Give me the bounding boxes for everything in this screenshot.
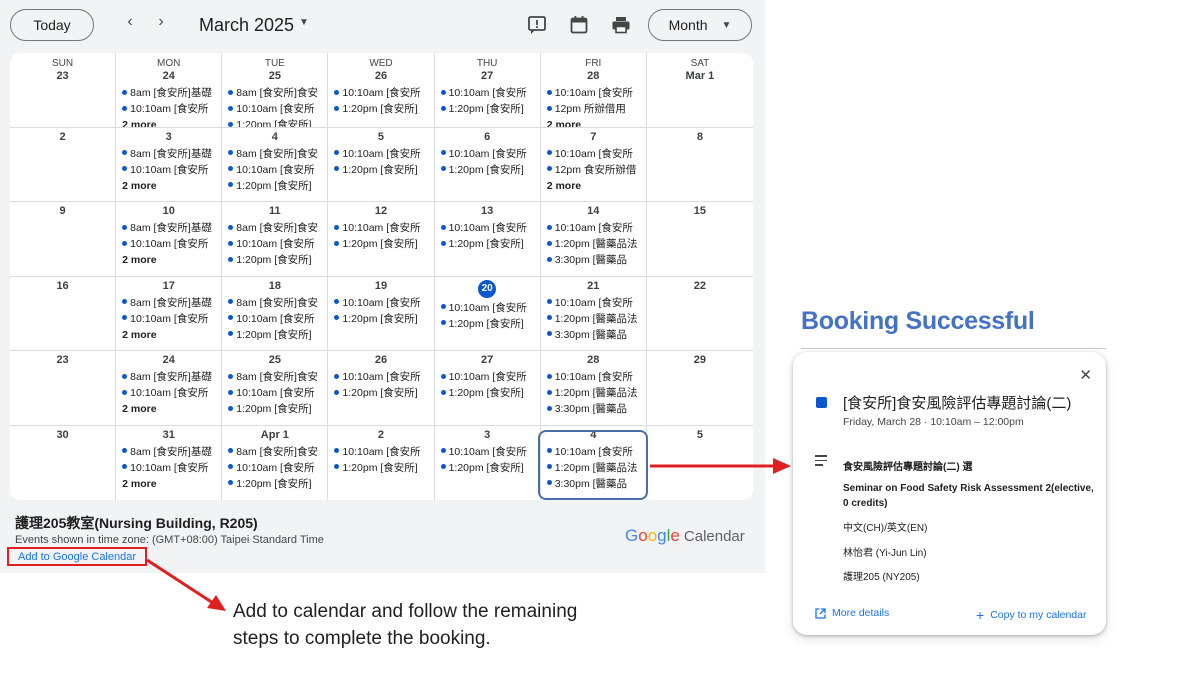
plus-icon: +	[976, 607, 985, 623]
event-teacher: 林怡君 (Yi-Jun Lin)	[843, 548, 927, 559]
instruction-text: Add to calendar and follow the remaining…	[233, 598, 653, 652]
more-details-label: More details	[832, 607, 890, 619]
instruction-line-2: steps to complete the booking.	[233, 628, 491, 649]
description-icon	[815, 455, 827, 469]
event-language: 中文(CH)/英文(EN)	[843, 523, 928, 534]
event-color-icon	[816, 397, 827, 408]
event-desc-title: 食安風險評估專題討論(二) 選	[843, 462, 973, 473]
event-desc-english: Seminar on Food Safety Risk Assessment 2…	[843, 483, 1094, 509]
instruction-line-1: Add to calendar and follow the remaining	[233, 601, 578, 622]
event-title: [食安所]食安風險評估專題討論(二)	[843, 395, 1072, 412]
open-external-icon	[815, 607, 826, 619]
arrow-to-instruction	[146, 558, 214, 605]
event-room: 護理205 (NY205)	[843, 572, 920, 583]
close-icon[interactable]: ✕	[1079, 366, 1092, 384]
arrow-head-instruction	[207, 595, 226, 611]
more-details-link[interactable]: More details	[815, 607, 889, 619]
event-detail-popup: ✕ [食安所]食安風險評估專題討論(二) Friday, March 28 · …	[793, 352, 1106, 635]
event-date: Friday, March 28 · 10:10am – 12:00pm	[843, 416, 1024, 428]
copy-to-calendar-link[interactable]: + Copy to my calendar	[976, 607, 1086, 623]
copy-label: Copy to my calendar	[990, 609, 1087, 621]
booking-success-title: Booking Successful	[801, 307, 1035, 335]
arrow-head-popup	[773, 458, 791, 474]
